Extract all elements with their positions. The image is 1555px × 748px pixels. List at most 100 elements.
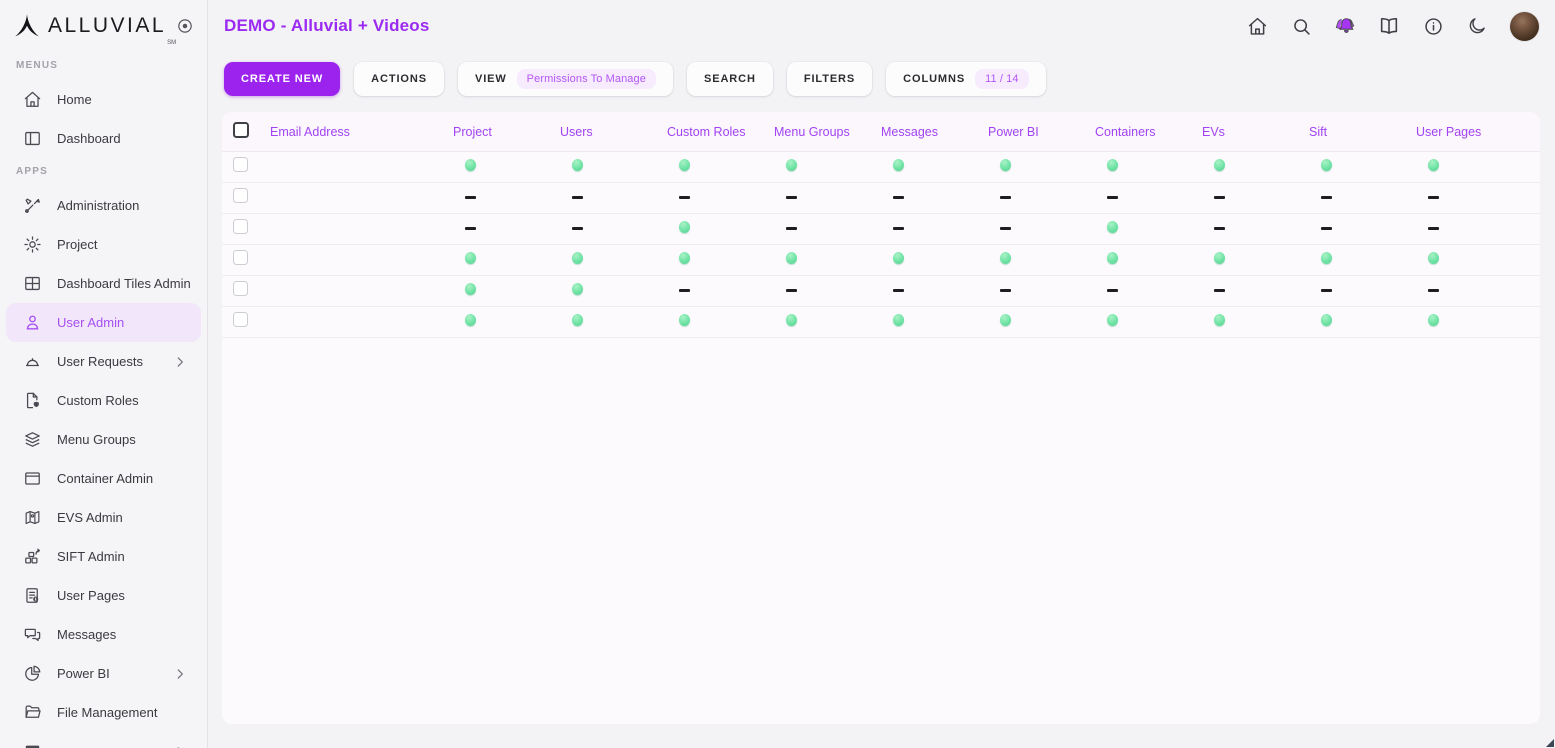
permission-denied-dash: [1428, 196, 1439, 199]
pie-chart-icon: [22, 664, 42, 684]
permission-denied-dash: [786, 227, 797, 230]
columns-button[interactable]: COLUMNS 11 / 14: [886, 62, 1045, 96]
permission-cell: [1406, 220, 1513, 238]
permission-cell: [978, 251, 1085, 269]
sidebar-item-file-management[interactable]: File Management: [6, 693, 201, 732]
column-header[interactable]: Menu Groups: [764, 125, 871, 139]
sidebar: ALLUVIAL SM MENUS Home Dashboard APPS Ad…: [0, 0, 208, 748]
avatar[interactable]: [1510, 12, 1539, 41]
search-icon[interactable]: [1290, 15, 1312, 37]
column-header[interactable]: Email Address: [260, 125, 443, 139]
permission-cell: [978, 158, 1085, 176]
permission-denied-dash: [465, 196, 476, 199]
row-checkbox[interactable]: [233, 157, 248, 172]
chat-bubbles-icon: [22, 625, 42, 645]
permission-cell: [764, 282, 871, 300]
sidebar-item-sift-admin[interactable]: SIFT Admin: [6, 537, 201, 576]
info-icon[interactable]: [1422, 15, 1444, 37]
sidebar-item-dashboard[interactable]: Dashboard: [6, 119, 201, 158]
view-button[interactable]: VIEW Permissions To Manage: [458, 62, 673, 96]
sidebar-item-dashboard-tiles-admin[interactable]: Dashboard Tiles Admin: [6, 264, 201, 303]
sidebar-item-label: Administration: [57, 198, 139, 213]
resize-grip[interactable]: [1546, 739, 1554, 747]
permission-granted-dot: [1214, 314, 1225, 326]
sidebar-item-user-requests[interactable]: User Requests: [6, 342, 201, 381]
permission-granted-dot: [1321, 159, 1332, 171]
permission-cell: [657, 313, 764, 331]
permission-denied-dash: [1428, 289, 1439, 292]
permission-granted-dot: [679, 252, 690, 264]
permission-cell: [1192, 220, 1299, 238]
sidebar-item-menu-groups[interactable]: Menu Groups: [6, 420, 201, 459]
permission-cell: [1085, 220, 1192, 238]
permission-granted-dot: [679, 159, 690, 171]
permission-cell: [1085, 189, 1192, 207]
permission-denied-dash: [1000, 196, 1011, 199]
column-header[interactable]: Sift: [1299, 125, 1406, 139]
sidebar-item-administration[interactable]: Administration: [6, 186, 201, 225]
row-checkbox[interactable]: [233, 188, 248, 203]
row-checkbox[interactable]: [233, 281, 248, 296]
row-checkbox[interactable]: [233, 219, 248, 234]
sidebar-item-container-admin[interactable]: Container Admin: [6, 459, 201, 498]
permission-denied-dash: [893, 196, 904, 199]
permission-cell: [1299, 158, 1406, 176]
sidebar-pin-icon[interactable]: [176, 17, 194, 35]
permission-cell: [1192, 189, 1299, 207]
sidebar-item-messages[interactable]: Messages: [6, 615, 201, 654]
sidebar-item-power-bi[interactable]: Power BI: [6, 654, 201, 693]
row-checkbox-cell: [222, 219, 260, 239]
sidebar-item-user-admin[interactable]: User Admin: [6, 303, 201, 342]
top-bar: DEMO - Alluvial + Videos: [208, 0, 1555, 52]
permission-cell: [443, 251, 550, 269]
permission-cell: [978, 220, 1085, 238]
actions-button[interactable]: ACTIONS: [354, 62, 444, 96]
row-checkbox[interactable]: [233, 250, 248, 265]
sidebar-item-evs-admin[interactable]: EVS Admin: [6, 498, 201, 537]
filters-button[interactable]: FILTERS: [787, 62, 872, 96]
layers-icon: [22, 430, 42, 450]
permission-cell: [978, 282, 1085, 300]
sidebar-item-home[interactable]: Home: [6, 80, 201, 119]
sidebar-item-label: EVS Admin: [57, 510, 123, 525]
sidebar-item-project[interactable]: Project: [6, 225, 201, 264]
permission-cell: [443, 282, 550, 300]
permission-cell: [1406, 158, 1513, 176]
column-header[interactable]: Messages: [871, 125, 978, 139]
book-icon[interactable]: [1378, 15, 1400, 37]
permission-granted-dot: [1107, 221, 1118, 233]
permission-cell: [764, 251, 871, 269]
column-header[interactable]: Power BI: [978, 125, 1085, 139]
permission-cell: [1299, 220, 1406, 238]
home-icon: [22, 90, 42, 110]
row-checkbox[interactable]: [233, 312, 248, 327]
home-icon[interactable]: [1246, 15, 1268, 37]
select-all-checkbox[interactable]: [233, 122, 249, 138]
column-header[interactable]: Containers: [1085, 125, 1192, 139]
permission-denied-dash: [1214, 289, 1225, 292]
permission-cell: [1085, 158, 1192, 176]
column-header[interactable]: EVs: [1192, 125, 1299, 139]
topbar-icons: [1246, 12, 1539, 41]
permission-granted-dot: [465, 252, 476, 264]
column-header[interactable]: User Pages: [1406, 125, 1513, 139]
tiles-icon: [22, 274, 42, 294]
column-header[interactable]: Users: [550, 125, 657, 139]
permission-granted-dot: [893, 252, 904, 264]
permission-granted-dot: [893, 159, 904, 171]
sidebar-item-partial[interactable]: [6, 732, 201, 748]
notifications-bells-icon[interactable]: [1334, 15, 1356, 37]
table-row: [222, 152, 1540, 183]
create-new-button[interactable]: CREATE NEW: [224, 62, 340, 96]
permission-cell: [443, 220, 550, 238]
column-header[interactable]: Custom Roles: [657, 125, 764, 139]
search-button[interactable]: SEARCH: [687, 62, 773, 96]
permission-granted-dot: [1214, 159, 1225, 171]
column-header[interactable]: Project: [443, 125, 550, 139]
permission-cell: [1299, 313, 1406, 331]
sidebar-item-custom-roles[interactable]: Custom Roles: [6, 381, 201, 420]
permission-denied-dash: [1214, 227, 1225, 230]
sidebar-item-user-pages[interactable]: User Pages: [6, 576, 201, 615]
permission-denied-dash: [679, 196, 690, 199]
dark-mode-moon-icon[interactable]: [1466, 15, 1488, 37]
